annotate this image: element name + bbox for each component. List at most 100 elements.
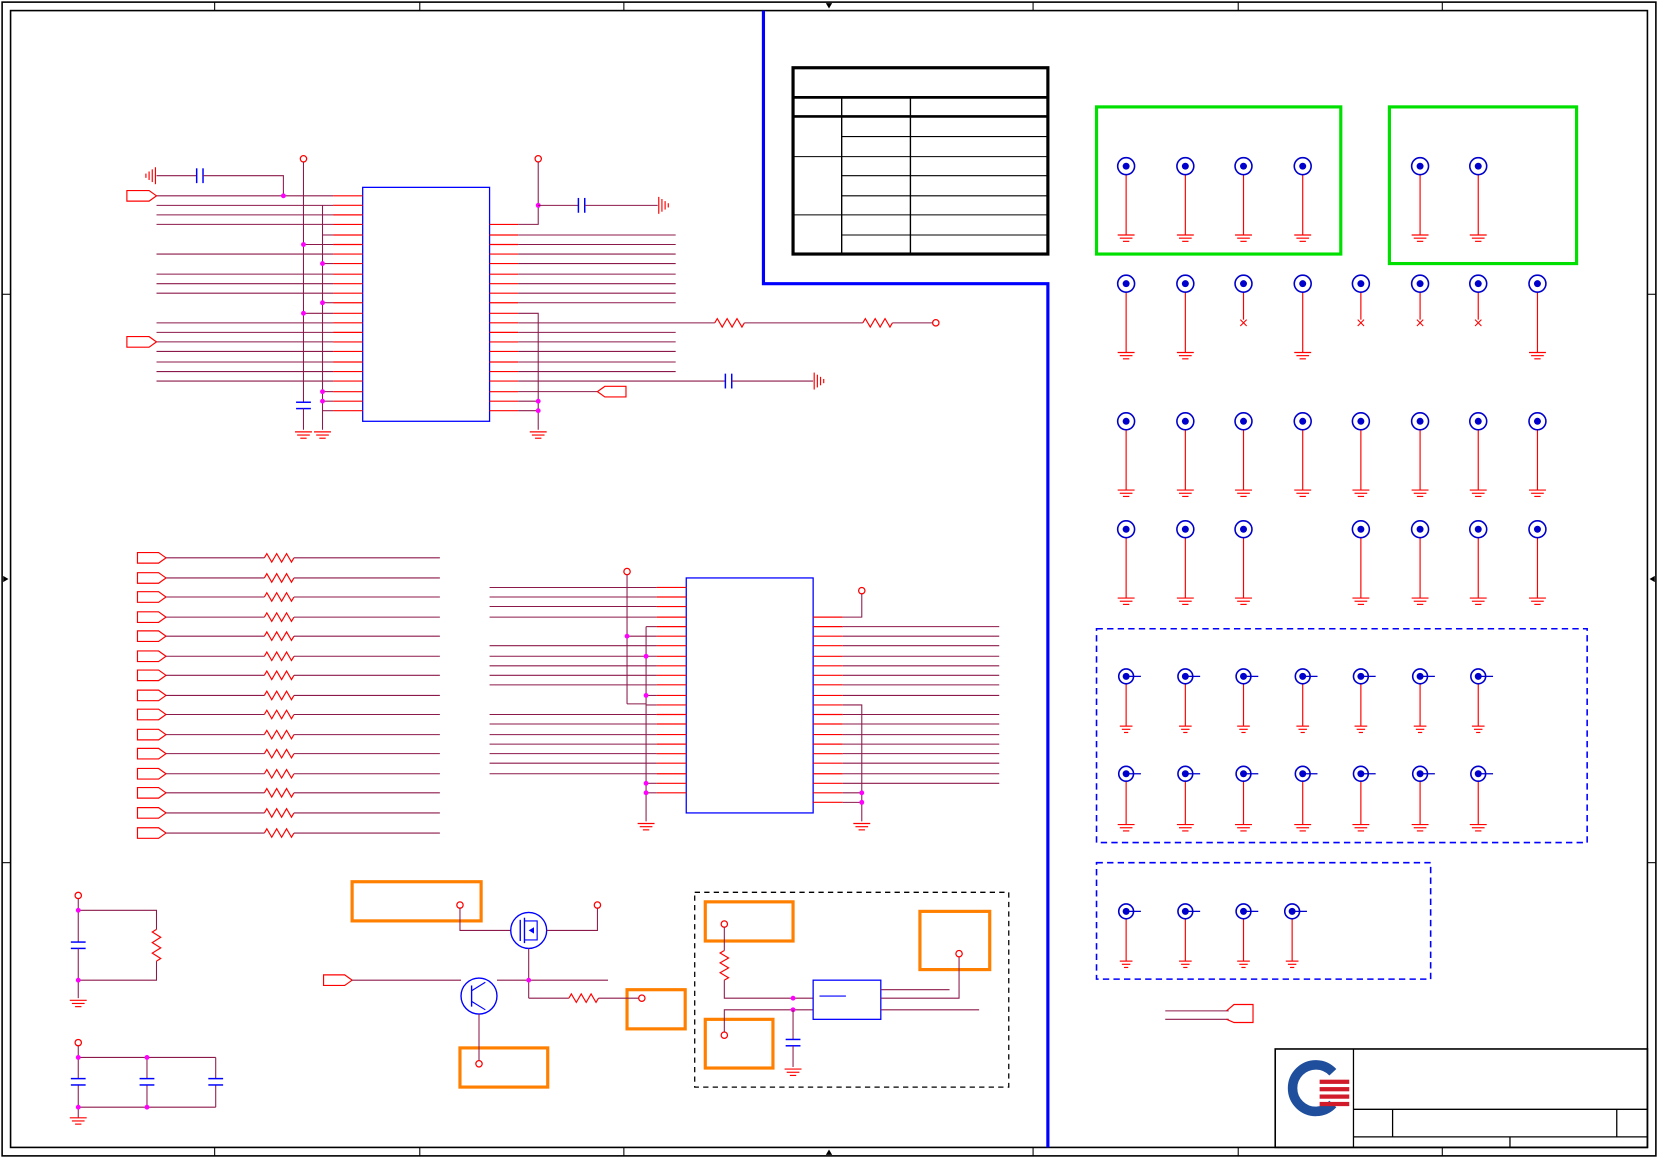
power-node-icon: [74, 891, 83, 900]
resistor-icon: [263, 611, 295, 623]
schematic-page: [0, 0, 1658, 1158]
logo-stripe: [1319, 1079, 1350, 1084]
test-point-center: [1122, 417, 1130, 425]
test-point-center: [1240, 162, 1247, 170]
resistor-icon: [263, 709, 295, 720]
capacitor-icon: [724, 373, 733, 389]
highlight-box-green: [1094, 105, 1343, 256]
port-icon: [136, 786, 168, 799]
test-point-center: [1181, 280, 1189, 288]
ground-icon: [1352, 489, 1370, 498]
test-point-icon: [1294, 668, 1318, 685]
mosfet-arrow: [528, 927, 534, 934]
resistor-icon: [263, 669, 295, 681]
wire: [78, 909, 158, 930]
no-connect-mark: [1357, 319, 1365, 327]
junction-dot: [144, 1055, 150, 1060]
capacitor-icon: [70, 1077, 86, 1086]
bjt-icon: [460, 977, 498, 1015]
junction-dot: [75, 1104, 81, 1110]
wire: [518, 161, 539, 225]
port-icon: [136, 807, 168, 819]
ground-icon: [1413, 725, 1427, 734]
test-point-icon: [1234, 519, 1253, 539]
ground-icon: [1285, 960, 1299, 969]
test-point-icon: [1410, 412, 1430, 431]
resistor-bank-row: [136, 827, 440, 839]
center-arrow-icon: [825, 3, 833, 9]
resistor-icon: [263, 768, 295, 780]
chassis-ground-icon: [145, 167, 157, 185]
ic2-outline: [685, 577, 814, 814]
test-point-icon: [1176, 412, 1195, 431]
resistor-bank-row: [136, 551, 440, 564]
logo-stripe: [1319, 1094, 1350, 1099]
ic1-circuit: [126, 154, 940, 439]
resistor-bank-row: [136, 650, 440, 663]
resistor-icon: [263, 807, 295, 819]
resistor-icon: [151, 928, 162, 962]
test-point-icon: [1411, 668, 1435, 685]
sense-circuit-block: [694, 891, 1010, 1088]
test-point-center: [1357, 417, 1365, 425]
ground-icon: [1411, 489, 1429, 498]
test-point-icon: [1470, 765, 1494, 782]
wire: [842, 593, 863, 618]
test-point-center: [1299, 280, 1307, 288]
power-node-icon: [931, 319, 940, 327]
port-icon: [126, 336, 158, 348]
power-node-icon: [623, 567, 631, 576]
resistor-icon: [263, 650, 295, 662]
port-icon: [136, 689, 168, 702]
port-icon: [136, 572, 168, 584]
test-point-icon: [1235, 903, 1259, 920]
ground-icon: [1237, 725, 1250, 734]
ground-icon: [1235, 823, 1252, 832]
test-point-icon: [1468, 156, 1488, 176]
ground-icon: [314, 431, 331, 439]
resistor-bank-row: [136, 689, 440, 702]
resistor-bank-row: [136, 767, 440, 780]
test-point-center: [1181, 525, 1189, 533]
port-icon: [136, 591, 168, 603]
resistor-bank-row: [136, 786, 440, 799]
ground-icon: [784, 1068, 802, 1077]
resistor-icon: [568, 992, 599, 1004]
ground-icon: [1528, 351, 1546, 360]
sheet-divider: [761, 10, 1050, 1148]
test-point-icon: [1528, 519, 1547, 539]
test-point-icon: [1294, 765, 1318, 782]
resistor-bank-row: [136, 591, 440, 603]
test-point-center: [1416, 525, 1424, 533]
ground-icon: [1471, 725, 1485, 734]
highlight-box-orange: [703, 900, 795, 943]
junction-dot: [320, 261, 325, 267]
junction-dot: [643, 693, 649, 698]
test-point-center: [1299, 417, 1307, 425]
dashed-group-box: [1095, 627, 1588, 844]
capacitor-icon: [296, 401, 311, 410]
power-node-icon: [74, 1038, 83, 1047]
resistor-icon: [714, 317, 745, 329]
resistor-bank-row: [136, 669, 440, 682]
junction-dot: [75, 907, 81, 913]
test-point-center: [1474, 162, 1482, 170]
table-border: [791, 66, 1050, 256]
resistor-icon: [263, 630, 295, 642]
test-point-center: [1181, 162, 1189, 170]
capacitor-icon: [139, 1077, 155, 1086]
junction-dot: [624, 633, 630, 639]
test-point-center: [1122, 280, 1130, 288]
ground-icon: [1411, 597, 1429, 605]
test-point-center: [1357, 525, 1365, 533]
dashed-group-box: [1095, 861, 1432, 980]
port-icon: [136, 827, 168, 839]
test-point-icon: [1351, 412, 1371, 431]
wire: [203, 175, 284, 196]
ground-icon: [1119, 960, 1133, 969]
junction-dot: [643, 790, 649, 796]
power-node-icon: [456, 901, 464, 909]
highlight-box-green: [1387, 105, 1579, 266]
port-icon: [136, 708, 168, 721]
ground-icon: [1176, 234, 1194, 242]
